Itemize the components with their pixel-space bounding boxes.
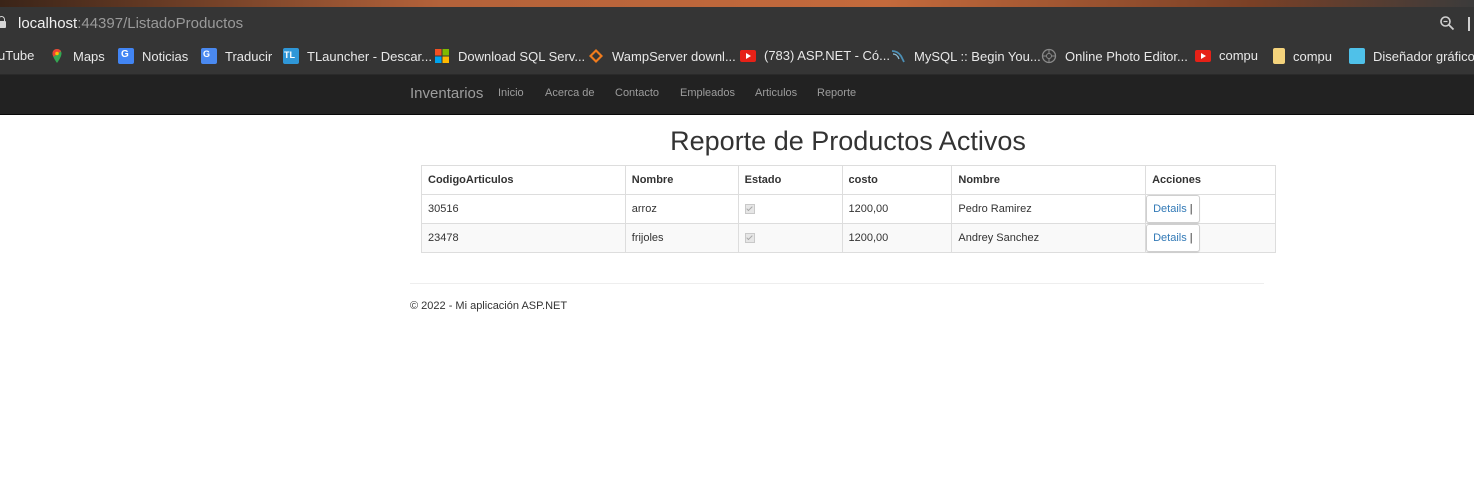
cell-codigo: 30516 (421, 194, 626, 224)
cell-empleado: Pedro Ramirez (951, 194, 1147, 224)
menu-icon-edge[interactable] (1468, 17, 1470, 31)
site-navbar: Inventarios Inicio Acerca de Contacto Em… (0, 75, 1474, 115)
mysql-icon (891, 50, 905, 63)
details-focus-box: Details | (1146, 195, 1200, 223)
maps-pin-icon (52, 49, 62, 63)
link-separator: | (1189, 232, 1193, 244)
bookmark-mysql[interactable]: MySQL :: Begin You... (890, 48, 1041, 64)
cell-acciones: Details | (1145, 223, 1276, 253)
cell-empleado: Andrey Sanchez (951, 223, 1147, 253)
cell-codigo: 23478 (421, 223, 626, 253)
column-header: costo (841, 165, 953, 195)
page-title: Reporte de Productos Activos (670, 126, 1026, 156)
youtube-icon (1195, 49, 1211, 62)
bookmark-label: MySQL :: Begin You... (914, 48, 1041, 64)
nav-link-acerca[interactable]: Acerca de (545, 87, 595, 99)
navbar-brand[interactable]: Inventarios (410, 85, 483, 102)
bookmark-label: TLauncher - Descar... (307, 48, 432, 64)
nav-link-reporte[interactable]: Reporte (817, 87, 856, 99)
designer-icon (1349, 48, 1365, 64)
bookmark-noticias[interactable]: Noticias (118, 48, 188, 64)
bookmark-label: Download SQL Serv... (458, 48, 586, 64)
estado-checkbox (744, 232, 755, 243)
nav-link-contacto[interactable]: Contacto (615, 87, 659, 99)
nav-link-empleados[interactable]: Empleados (680, 87, 735, 99)
column-header: Nombre (951, 165, 1147, 195)
nav-link-articulos[interactable]: Articulos (755, 87, 797, 99)
bookmark-sql-server[interactable]: Download SQL Serv... (434, 48, 585, 64)
browser-top-edge (0, 0, 1474, 7)
lock-icon (0, 16, 6, 28)
column-header: Acciones (1145, 165, 1276, 195)
footer-text: © 2022 - Mi aplicación ASP.NET (410, 300, 568, 312)
bookmark-traducir[interactable]: Traducir (201, 48, 272, 64)
column-header: CodigoArticulos (421, 165, 626, 195)
bookmark-label: Online Photo Editor... (1065, 48, 1188, 64)
bookmark-label: compu (1219, 48, 1259, 63)
details-link[interactable]: Details (1153, 203, 1187, 215)
bookmark-designer[interactable]: Diseñador gráfico c (1349, 48, 1474, 64)
table-row: 30516 arroz 1200,00 Pedro Ramirez Detail… (421, 194, 1276, 224)
bookmarks-bar: uTube Maps Noticias Traducir TLauncher -… (0, 38, 1474, 75)
address-bar[interactable]: localhost:44397/ListadoProductos (0, 7, 1474, 38)
bookmark-label: WampServer downl... (612, 48, 736, 64)
table-row: 23478 frijoles 1200,00 Andrey Sanchez De… (421, 223, 1276, 253)
estado-checkbox (744, 203, 755, 214)
bookmark-label: Maps (73, 48, 105, 64)
wampserver-icon (589, 49, 603, 63)
youtube-icon (740, 49, 756, 62)
tlauncher-icon (283, 48, 299, 64)
url-text[interactable]: localhost:44397/ListadoProductos (18, 15, 243, 32)
cell-costo: 1200,00 (841, 194, 953, 224)
google-news-icon (118, 48, 134, 64)
cell-costo: 1200,00 (841, 223, 953, 253)
bookmark-tlauncher[interactable]: TLauncher - Descar... (283, 48, 432, 64)
bookmark-label: Noticias (142, 48, 189, 64)
bookmark-aspnet-video[interactable]: (783) ASP.NET - Có... (740, 48, 890, 63)
url-path: :44397/ListadoProductos (77, 15, 244, 32)
cell-nombre: arroz (624, 194, 739, 224)
link-separator: | (1189, 203, 1193, 215)
details-focus-box: Details | (1146, 224, 1200, 252)
bookmark-label: Traducir (225, 48, 273, 64)
bookmark-photo-editor[interactable]: Online Photo Editor... (1041, 48, 1188, 64)
footer-divider (410, 283, 1264, 284)
url-host: localhost (18, 15, 78, 32)
microsoft-logo-icon (435, 49, 449, 63)
zoom-icon[interactable] (1439, 15, 1455, 31)
bookmark-compu-video[interactable]: compu (1195, 48, 1258, 63)
cell-acciones: Details | (1145, 194, 1276, 224)
bookmark-label: (783) ASP.NET - Có... (764, 48, 890, 63)
nav-link-inicio[interactable]: Inicio (498, 87, 524, 99)
photo-editor-icon (1041, 48, 1057, 64)
bookmark-maps[interactable]: Maps (49, 48, 105, 64)
bookmark-label: Diseñador gráfico c (1373, 48, 1474, 64)
bookmark-compu-folder[interactable]: compu (1273, 48, 1332, 64)
column-header: Nombre (624, 165, 739, 195)
products-table: CodigoArticulos Nombre Estado costo Nomb… (421, 165, 1276, 253)
column-header: Estado (737, 165, 843, 195)
bookmark-label: compu (1293, 48, 1333, 64)
bookmark-label: uTube (0, 48, 35, 63)
bookmark-wampserver[interactable]: WampServer downl... (588, 48, 736, 64)
cell-estado (737, 223, 843, 253)
folder-icon (1273, 48, 1285, 64)
cell-estado (737, 194, 843, 224)
details-link[interactable]: Details (1153, 232, 1187, 244)
bookmark-youtube[interactable]: uTube (0, 48, 34, 63)
table-header-row: CodigoArticulos Nombre Estado costo Nomb… (421, 165, 1276, 195)
cell-nombre: frijoles (624, 223, 739, 253)
google-translate-icon (201, 48, 217, 64)
